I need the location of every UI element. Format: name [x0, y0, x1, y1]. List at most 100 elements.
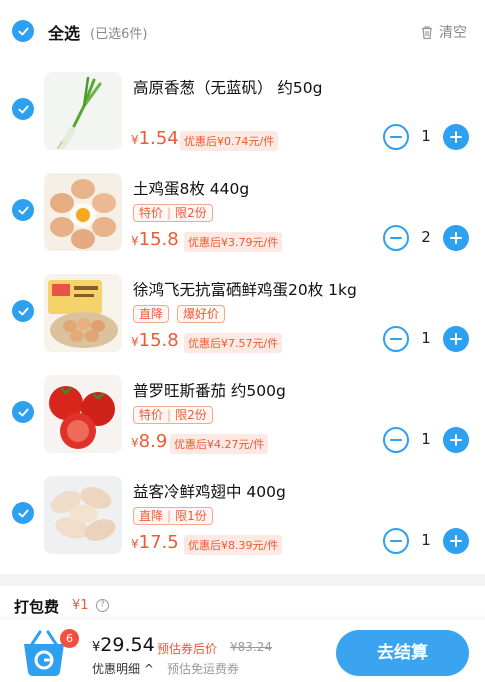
quantity-value[interactable]: 1	[409, 127, 443, 145]
decrease-button[interactable]	[383, 427, 409, 453]
check-icon	[17, 206, 29, 214]
item-checkbox[interactable]	[12, 199, 34, 221]
cart-item: 普罗旺斯番茄 约500g 特价 | 限2份 ¥8.9 优惠后¥4.27元/件 1	[0, 373, 485, 474]
cart-item: 高原香葱（无蓝矾） 约50g ¥1.54 优惠后¥0.74元/件 1	[0, 70, 485, 171]
item-title[interactable]: 普罗旺斯番茄 约500g	[133, 379, 286, 401]
cart-count-badge: 6	[60, 629, 79, 648]
currency-symbol: ¥	[131, 335, 139, 349]
minus-icon	[390, 136, 402, 138]
help-icon[interactable]: ?	[96, 599, 109, 612]
price-value: 15.8	[138, 229, 179, 250]
after-discount-price: 优惠后¥4.27元/件	[170, 434, 269, 454]
item-tags: 直降 | 限1份	[133, 507, 213, 525]
item-checkbox[interactable]	[12, 300, 34, 322]
item-tags: 特价 | 限2份	[133, 204, 213, 222]
check-icon	[17, 307, 29, 315]
promo-tag: 爆好价	[177, 305, 226, 323]
item-title[interactable]: 高原香葱（无蓝矾） 约50g	[133, 76, 323, 98]
quantity-value[interactable]: 2	[409, 228, 443, 246]
price-value: 8.9	[138, 431, 168, 452]
increase-button[interactable]	[443, 528, 469, 554]
minus-icon	[390, 338, 402, 340]
currency-symbol: ¥	[131, 234, 139, 248]
price-value: 1.54	[138, 128, 179, 149]
item-price: ¥15.8	[131, 229, 179, 250]
packing-fee-value: ¥1	[72, 598, 89, 613]
item-title[interactable]: 土鸡蛋8枚 440g	[133, 177, 249, 199]
checkout-bar: 6 ¥29.54 预估券后价 ¥83.24 优惠明细 ^ 预估免运费券 去结算	[0, 620, 485, 682]
plus-icon	[450, 131, 462, 143]
after-discount-price: 优惠后¥8.39元/件	[184, 535, 283, 555]
selected-count: (已选6件)	[90, 27, 148, 42]
checkout-button[interactable]: 去结算	[336, 630, 469, 676]
cart-header: 全选 (已选6件) 清空	[0, 0, 485, 62]
item-checkbox[interactable]	[12, 502, 34, 524]
decrease-button[interactable]	[383, 124, 409, 150]
cart-item: 徐鸿飞无抗富硒鲜鸡蛋20枚 1kg 直降 爆好价 ¥15.8 优惠后¥7.57元…	[0, 272, 485, 373]
section-divider	[0, 574, 485, 586]
estimate-label: 预估券后价	[157, 642, 218, 656]
item-price: ¥1.54	[131, 128, 179, 149]
original-price: ¥83.24	[230, 640, 272, 654]
after-discount-price: 优惠后¥3.79元/件	[184, 232, 283, 252]
promo-tag: 特价 | 限2份	[133, 406, 213, 424]
trash-icon	[422, 25, 432, 39]
check-icon	[17, 509, 29, 517]
plus-icon	[450, 535, 462, 547]
product-image-green-onion[interactable]	[44, 72, 122, 150]
after-discount-price: 优惠后¥7.57元/件	[184, 333, 283, 353]
total-value: 29.54	[100, 634, 155, 656]
item-checkbox[interactable]	[12, 98, 34, 120]
check-icon	[17, 105, 29, 113]
item-price: ¥17.5	[131, 532, 179, 553]
plus-icon	[450, 232, 462, 244]
quantity-stepper: 1	[383, 528, 469, 554]
discount-detail-toggle[interactable]: 优惠明细 ^	[92, 660, 154, 677]
item-title[interactable]: 徐鸿飞无抗富硒鲜鸡蛋20枚 1kg	[133, 278, 357, 300]
select-all-checkbox[interactable]	[12, 20, 34, 42]
after-discount-price: 优惠后¥0.74元/件	[180, 131, 279, 151]
cart-page: 全选 (已选6件) 清空 高原香葱（无蓝矾） 约50g ¥1.54 优惠后¥0.…	[0, 0, 485, 682]
check-icon	[17, 27, 29, 35]
price-value: 15.8	[138, 330, 179, 351]
product-image-egg-box[interactable]	[44, 274, 122, 352]
item-price: ¥15.8	[131, 330, 179, 351]
minus-icon	[390, 237, 402, 239]
cart-item: 土鸡蛋8枚 440g 特价 | 限2份 ¥15.8 优惠后¥3.79元/件 2	[0, 171, 485, 272]
product-image-tomatoes[interactable]	[44, 375, 122, 453]
item-price: ¥8.9	[131, 431, 167, 452]
increase-button[interactable]	[443, 124, 469, 150]
quantity-value[interactable]: 1	[409, 430, 443, 448]
packing-fee-label: 打包费	[14, 598, 60, 616]
increase-button[interactable]	[443, 427, 469, 453]
increase-button[interactable]	[443, 326, 469, 352]
price-value: 17.5	[138, 532, 179, 553]
cart-item: 益客冷鲜鸡翅中 400g 直降 | 限1份 ¥17.5 优惠后¥8.39元/件 1	[0, 474, 485, 575]
shipping-note: 预估免运费券	[167, 662, 240, 676]
increase-button[interactable]	[443, 225, 469, 251]
quantity-stepper: 1	[383, 427, 469, 453]
select-all-label[interactable]: 全选	[48, 20, 80, 44]
item-title[interactable]: 益客冷鲜鸡翅中 400g	[133, 480, 286, 502]
check-icon	[17, 408, 29, 416]
promo-tag: 直降 | 限1份	[133, 507, 213, 525]
decrease-button[interactable]	[383, 225, 409, 251]
item-checkbox[interactable]	[12, 401, 34, 423]
clear-button[interactable]: 清空	[420, 22, 467, 42]
product-image-chicken-wings[interactable]	[44, 476, 122, 554]
currency-symbol: ¥	[131, 133, 139, 147]
promo-tag: 直降	[133, 305, 170, 323]
minus-icon	[390, 540, 402, 542]
quantity-value[interactable]: 1	[409, 531, 443, 549]
quantity-value[interactable]: 1	[409, 329, 443, 347]
quantity-stepper: 2	[383, 225, 469, 251]
total-price: ¥29.54	[92, 634, 155, 656]
product-image-eggs[interactable]	[44, 173, 122, 251]
decrease-button[interactable]	[383, 326, 409, 352]
plus-icon	[450, 333, 462, 345]
currency-symbol: ¥	[131, 436, 139, 450]
minus-icon	[390, 439, 402, 441]
item-tags: 特价 | 限2份	[133, 406, 213, 424]
decrease-button[interactable]	[383, 528, 409, 554]
plus-icon	[450, 434, 462, 446]
